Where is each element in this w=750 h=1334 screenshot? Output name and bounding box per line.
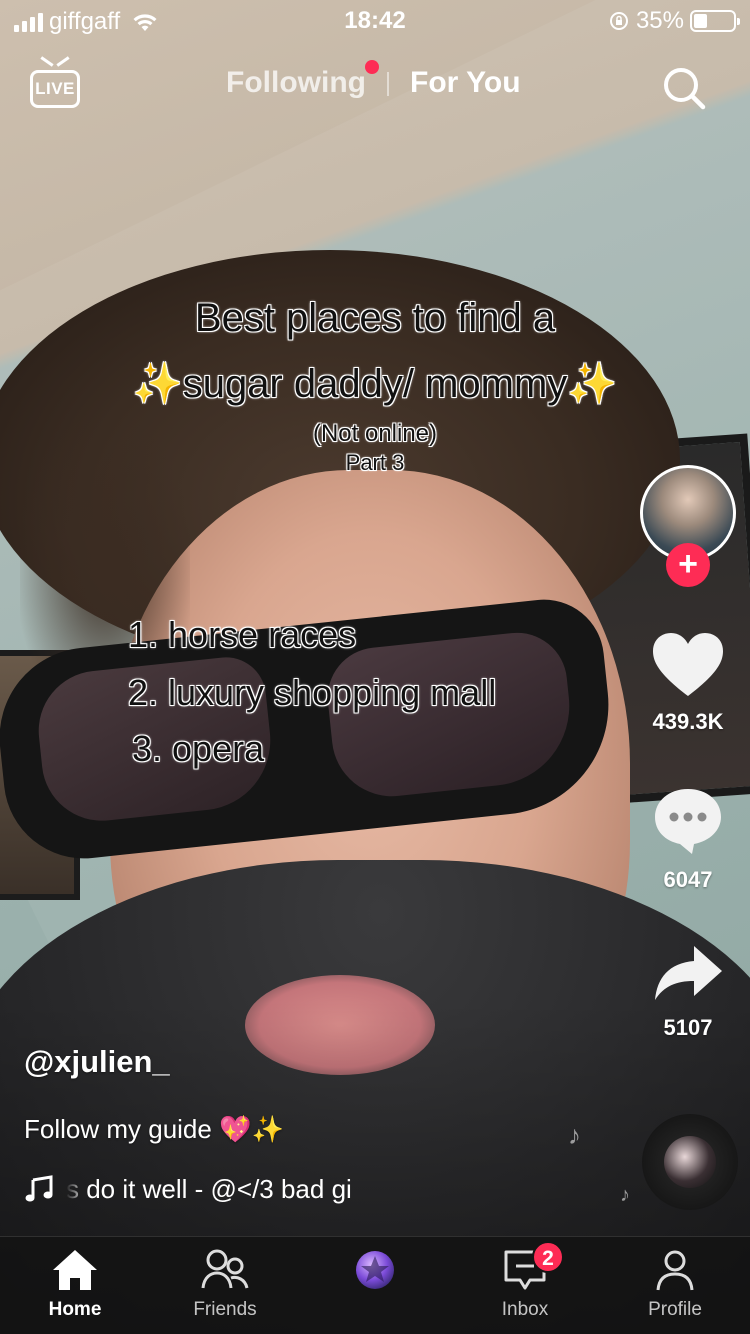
music-note-icon <box>25 1175 53 1202</box>
tab-inbox-label: Inbox <box>501 1299 549 1320</box>
music-title: s do it well - @</3 bad gi <box>66 1173 352 1204</box>
music-disc[interactable] <box>642 1114 738 1210</box>
home-icon <box>53 1250 97 1290</box>
comment-icon[interactable] <box>652 786 724 856</box>
comment-button[interactable]: 6047 <box>640 786 736 893</box>
overlay-subtitle-line2: Part 3 <box>345 450 405 475</box>
tab-home[interactable]: Home <box>0 1247 150 1321</box>
tab-inbox[interactable]: 2 Inbox <box>450 1241 600 1321</box>
like-count: 439.3K <box>652 709 724 734</box>
creator-username[interactable]: @xjulien_ <box>24 1044 170 1080</box>
tab-friends[interactable]: Friends <box>150 1247 300 1321</box>
battery-percent: 35% <box>635 7 684 34</box>
overlay-list-item: 2. luxury shopping mall <box>128 672 497 713</box>
tab-divider <box>387 72 389 96</box>
music-note-icon: ♪ <box>568 1120 581 1150</box>
share-button[interactable]: 5107 <box>640 944 736 1041</box>
bottom-tab-bar: Home Friends 2 Inbox Profile <box>0 1236 750 1334</box>
overlay-list-item: 1. horse races <box>128 614 357 655</box>
music-disc-cover <box>664 1136 716 1188</box>
share-count: 5107 <box>663 1015 713 1040</box>
tab-profile[interactable]: Profile <box>600 1247 750 1321</box>
inbox-badge: 2 <box>532 1241 564 1273</box>
overlay-title-line1: Best places to find a <box>194 296 556 340</box>
rotation-lock-icon <box>609 12 628 30</box>
friends-icon <box>201 1249 249 1289</box>
create-button[interactable] <box>300 1247 450 1293</box>
music-row[interactable]: s do it well - @</3 bad gi <box>24 1172 424 1206</box>
overlay-title-line2: ✨sugar daddy/ mommy✨ <box>132 362 618 406</box>
share-icon[interactable] <box>652 944 724 1004</box>
tab-profile-label: Profile <box>648 1299 702 1320</box>
status-bar: giffgaff 18:42 35% <box>0 0 750 40</box>
search-icon[interactable] <box>660 64 708 112</box>
feed-tabs: Following For You <box>0 60 750 106</box>
tab-for-you[interactable]: For You <box>410 66 521 100</box>
overlay-list-item: 3. opera <box>132 728 265 769</box>
tab-following[interactable]: Following <box>226 66 366 100</box>
follow-plus-icon[interactable]: + <box>666 543 710 587</box>
tab-home-label: Home <box>48 1299 102 1320</box>
heart-icon[interactable] <box>651 632 725 698</box>
comment-count: 6047 <box>663 867 713 892</box>
overlay-subtitle-line1: (Not online) <box>312 420 438 447</box>
creator-avatar-button[interactable]: + <box>640 465 736 587</box>
post-description: Follow my guide 💖✨ <box>24 1114 284 1144</box>
battery-icon <box>690 10 740 32</box>
following-notification-dot <box>365 60 379 74</box>
music-note-icon: ♪ <box>620 1184 630 1206</box>
like-button[interactable]: 439.3K <box>640 632 736 735</box>
profile-icon <box>656 1250 694 1291</box>
create-ball-icon <box>356 1251 394 1289</box>
tab-friends-label: Friends <box>193 1299 257 1320</box>
